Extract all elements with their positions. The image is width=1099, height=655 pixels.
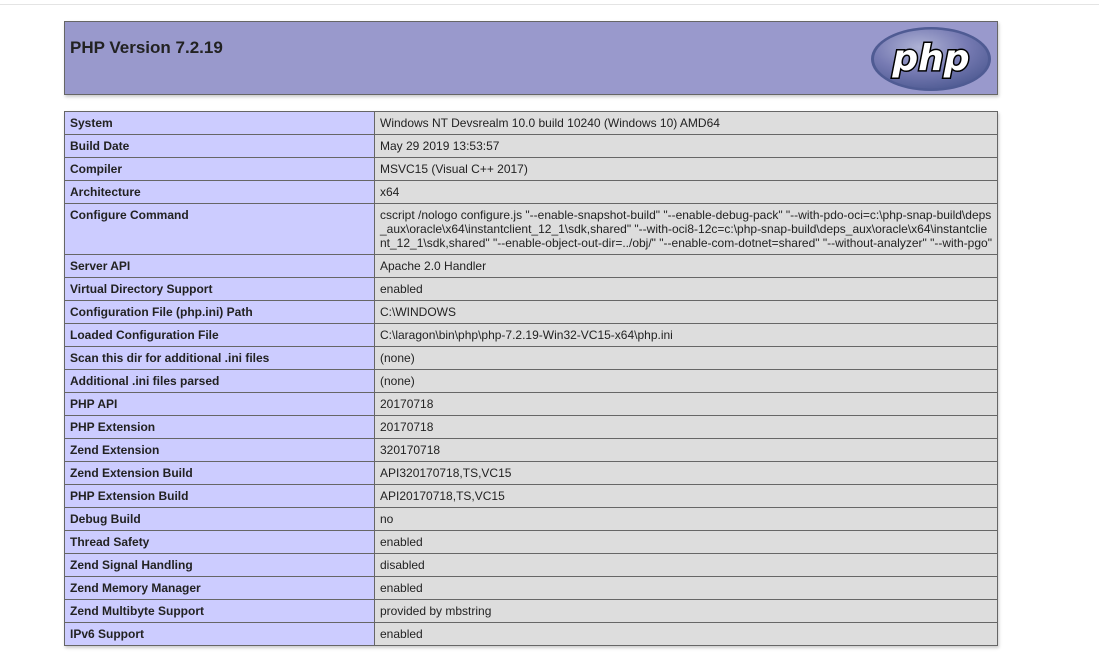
setting-name: PHP API bbox=[64, 392, 375, 416]
setting-name: Server API bbox=[64, 254, 375, 278]
setting-value: enabled bbox=[374, 622, 998, 646]
setting-value: Windows NT Devsrealm 10.0 build 10240 (W… bbox=[374, 111, 998, 135]
setting-value: API320170718,TS,VC15 bbox=[374, 461, 998, 485]
setting-value: enabled bbox=[374, 576, 998, 600]
setting-name: Zend Memory Manager bbox=[64, 576, 375, 600]
setting-value: provided by mbstring bbox=[374, 599, 998, 623]
table-row: Compiler MSVC15 (Visual C++ 2017) bbox=[64, 157, 998, 181]
table-row: Build Date May 29 2019 13:53:57 bbox=[64, 134, 998, 158]
table-row: Zend Multibyte Support provided by mbstri… bbox=[64, 599, 998, 623]
setting-value: MSVC15 (Visual C++ 2017) bbox=[374, 157, 998, 181]
top-divider bbox=[0, 4, 1099, 5]
setting-name: IPv6 Support bbox=[64, 622, 375, 646]
table-row: Configuration File (php.ini) Path C:\WIND… bbox=[64, 300, 998, 324]
setting-value: May 29 2019 13:53:57 bbox=[374, 134, 998, 158]
php-logo[interactable]: php bbox=[870, 26, 992, 92]
setting-value: disabled bbox=[374, 553, 998, 577]
setting-name: Configure Command bbox=[64, 203, 375, 255]
table-row: Zend Signal Handling disabled bbox=[64, 553, 998, 577]
setting-value: 320170718 bbox=[374, 438, 998, 462]
setting-name: Loaded Configuration File bbox=[64, 323, 375, 347]
table-row: Zend Extension Build API320170718,TS,VC15 bbox=[64, 461, 998, 485]
table-row: System Windows NT Devsrealm 10.0 build 10… bbox=[64, 111, 998, 135]
setting-name: Thread Safety bbox=[64, 530, 375, 554]
setting-value: API20170718,TS,VC15 bbox=[374, 484, 998, 508]
table-row: Additional .ini files parsed (none) bbox=[64, 369, 998, 393]
table-row: Virtual Directory Support enabled bbox=[64, 277, 998, 301]
table-row: Zend Extension 320170718 bbox=[64, 438, 998, 462]
setting-name: PHP Extension bbox=[64, 415, 375, 439]
setting-value: C:\WINDOWS bbox=[374, 300, 998, 324]
setting-name: Build Date bbox=[64, 134, 375, 158]
table-row: Architecture x64 bbox=[64, 180, 998, 204]
setting-value: x64 bbox=[374, 180, 998, 204]
table-row: PHP Extension Build API20170718,TS,VC15 bbox=[64, 484, 998, 508]
table-row: Debug Build no bbox=[64, 507, 998, 531]
setting-name: Additional .ini files parsed bbox=[64, 369, 375, 393]
setting-value: enabled bbox=[374, 277, 998, 301]
info-table-body: System Windows NT Devsrealm 10.0 build 10… bbox=[64, 111, 998, 646]
php-version-header: PHP Version 7.2.19 php bbox=[64, 21, 998, 95]
setting-name: Compiler bbox=[64, 157, 375, 181]
setting-value: C:\laragon\bin\php\php-7.2.19-Win32-VC15… bbox=[374, 323, 998, 347]
setting-name: Debug Build bbox=[64, 507, 375, 531]
setting-value: (none) bbox=[374, 346, 998, 370]
setting-name: Zend Signal Handling bbox=[64, 553, 375, 577]
setting-value: 20170718 bbox=[374, 415, 998, 439]
setting-name: Scan this dir for additional .ini files bbox=[64, 346, 375, 370]
setting-value: (none) bbox=[374, 369, 998, 393]
setting-value: enabled bbox=[374, 530, 998, 554]
setting-value: cscript /nologo configure.js "--enable-s… bbox=[374, 203, 998, 255]
setting-name: Zend Multibyte Support bbox=[64, 599, 375, 623]
setting-name: Zend Extension bbox=[64, 438, 375, 462]
setting-name: System bbox=[64, 111, 375, 135]
setting-name: Virtual Directory Support bbox=[64, 277, 375, 301]
setting-value: 20170718 bbox=[374, 392, 998, 416]
setting-name: PHP Extension Build bbox=[64, 484, 375, 508]
setting-name: Architecture bbox=[64, 180, 375, 204]
info-table: System Windows NT Devsrealm 10.0 build 10… bbox=[64, 111, 998, 646]
setting-value: no bbox=[374, 507, 998, 531]
table-row: Configure Command cscript /nologo configu… bbox=[64, 203, 998, 255]
table-row: IPv6 Support enabled bbox=[64, 622, 998, 646]
page-title: PHP Version 7.2.19 bbox=[70, 38, 223, 57]
setting-name: Zend Extension Build bbox=[64, 461, 375, 485]
table-row: PHP API 20170718 bbox=[64, 392, 998, 416]
setting-value: Apache 2.0 Handler bbox=[374, 254, 998, 278]
php-logo-text: php bbox=[891, 38, 969, 79]
table-row: Zend Memory Manager enabled bbox=[64, 576, 998, 600]
table-row: Thread Safety enabled bbox=[64, 530, 998, 554]
table-row: PHP Extension 20170718 bbox=[64, 415, 998, 439]
setting-name: Configuration File (php.ini) Path bbox=[64, 300, 375, 324]
table-row: Scan this dir for additional .ini files(… bbox=[64, 346, 998, 370]
table-row: Loaded Configuration File C:\laragon\bin\… bbox=[64, 323, 998, 347]
table-row: Server API Apache 2.0 Handler bbox=[64, 254, 998, 278]
